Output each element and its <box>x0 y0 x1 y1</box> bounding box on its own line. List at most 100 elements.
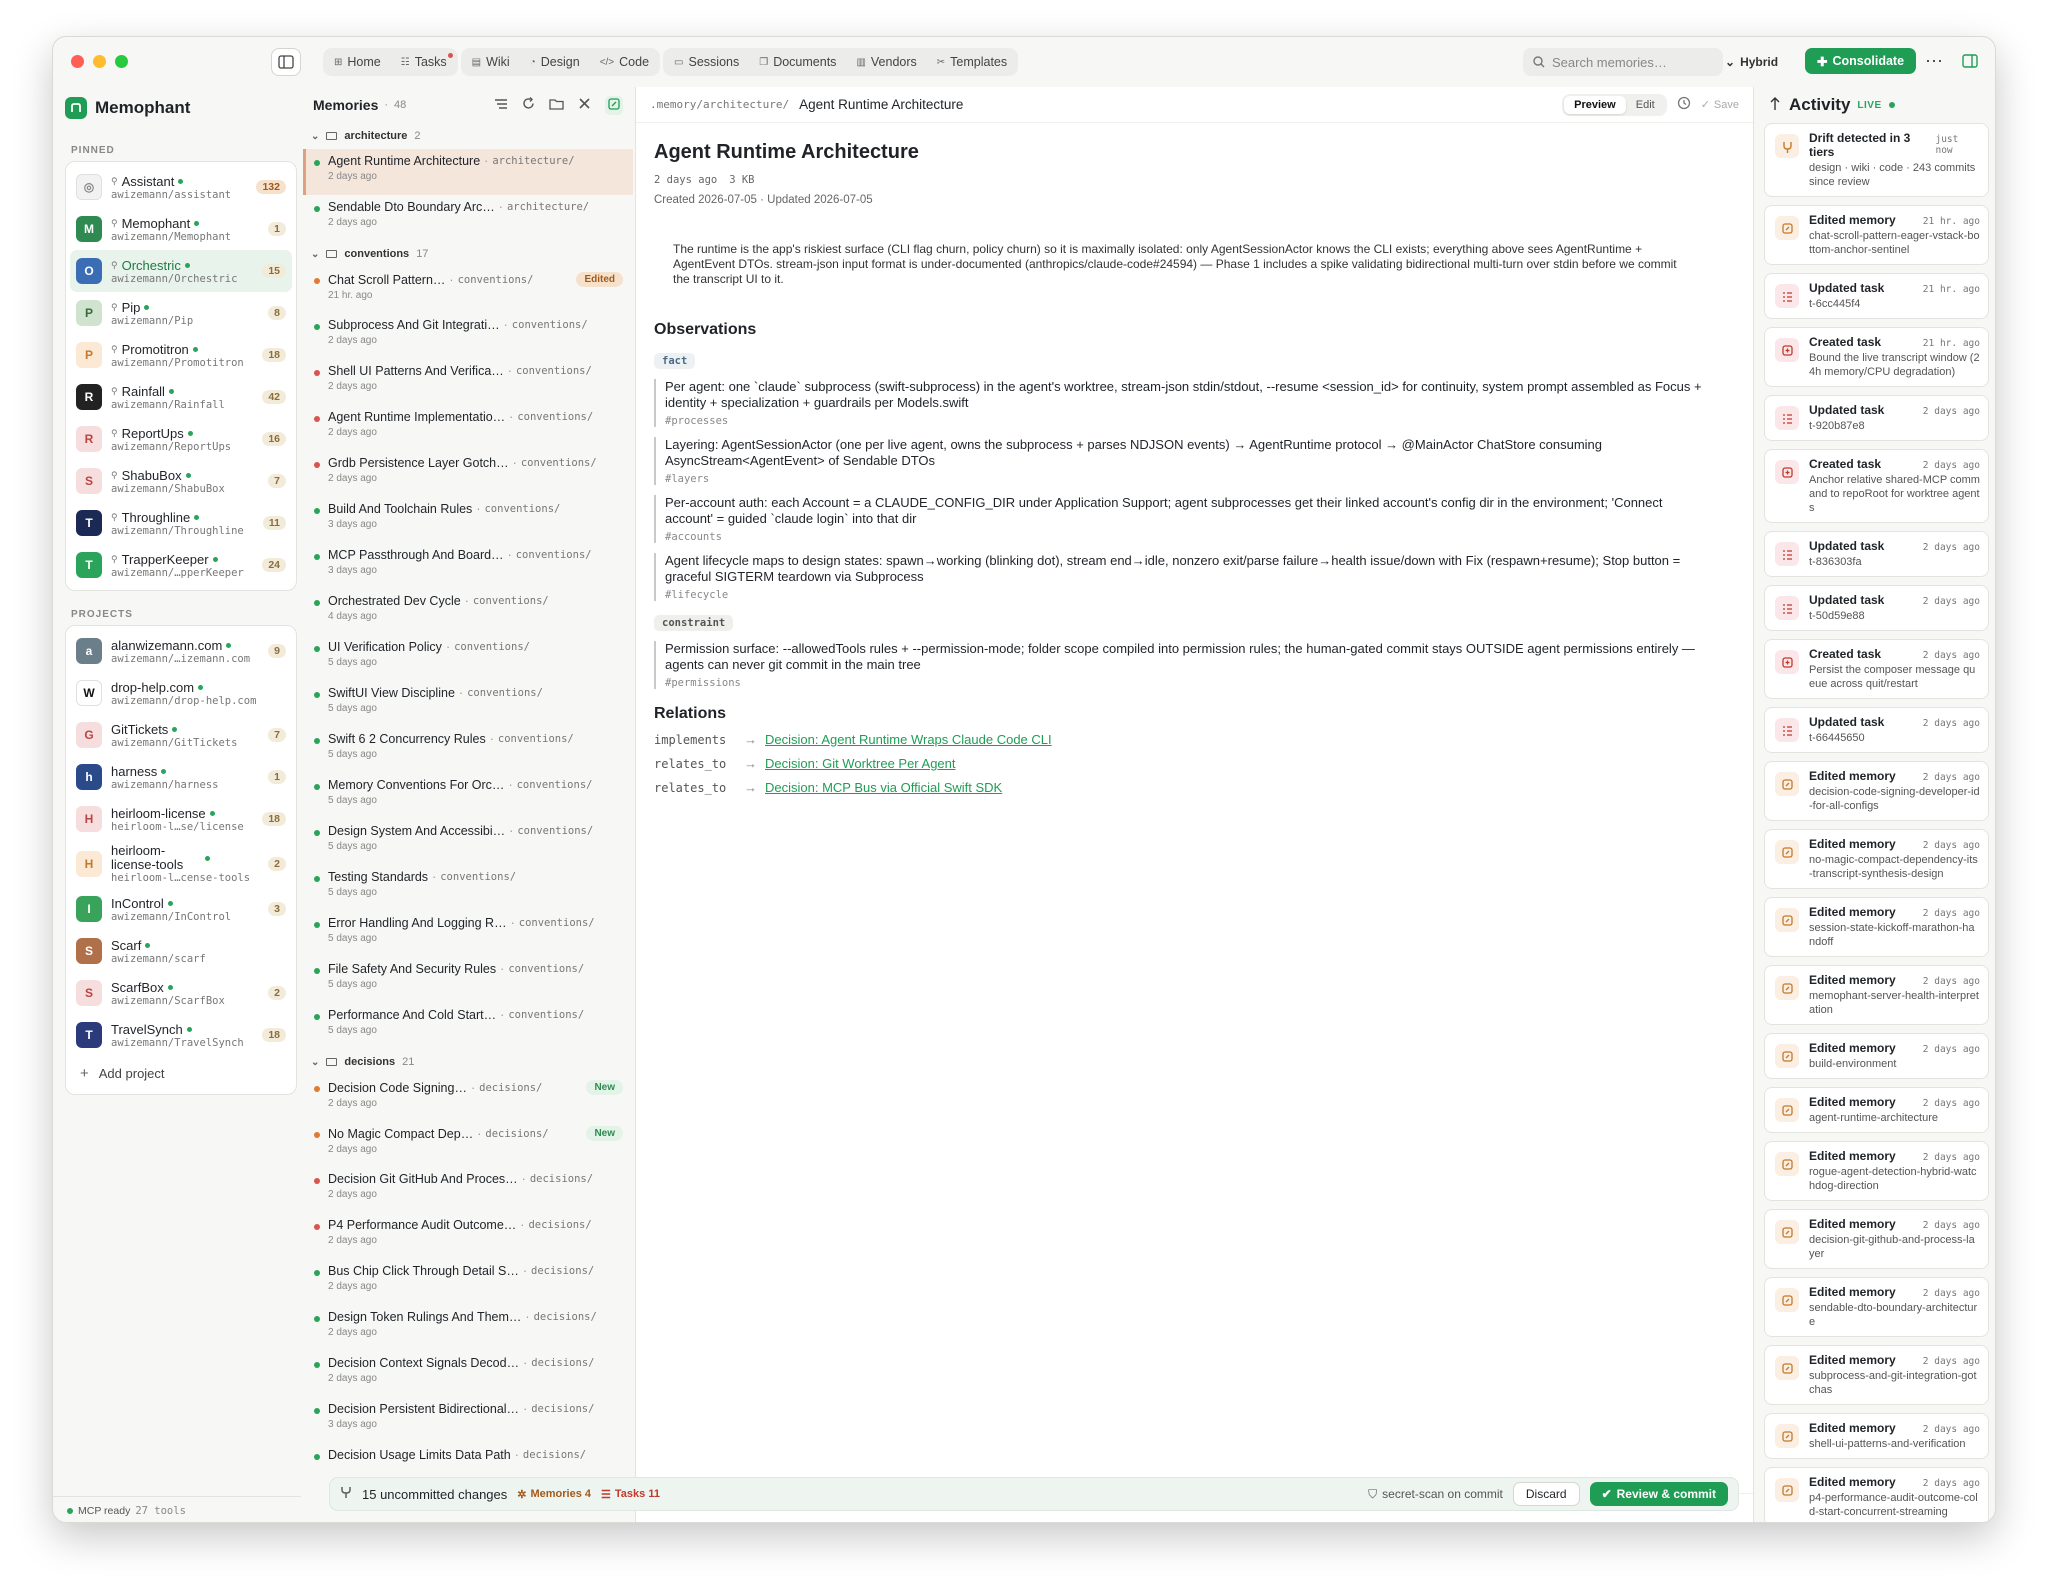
sidebar-toggle-button[interactable] <box>271 48 301 76</box>
memory-item[interactable]: Agent Runtime Implementatio… · conventions… <box>303 405 633 451</box>
project-item[interactable]: T ⚲ Throughline awizemann/Throughline 11 <box>70 502 292 544</box>
activity-item[interactable]: Edited memory 2 days ago agent-runtime-arc… <box>1764 1087 1989 1133</box>
refresh-icon[interactable] <box>522 97 535 113</box>
memory-item[interactable]: Sendable Dto Boundary Arc… · architecture/… <box>303 195 633 241</box>
minimize-window-button[interactable] <box>93 55 106 68</box>
review-commit-button[interactable]: ✔ Review & commit <box>1589 1482 1728 1506</box>
observation-tag[interactable]: #accounts <box>665 531 1735 543</box>
tools-icon[interactable] <box>578 97 591 113</box>
search-field[interactable]: Search memories… <box>1523 48 1723 76</box>
memory-item[interactable]: Design System And Accessibi… · conventions… <box>303 819 633 865</box>
discard-button[interactable]: Discard <box>1512 1482 1580 1506</box>
memories-changes-badge[interactable]: ✲ Memories 4 <box>517 1488 591 1501</box>
activity-item[interactable]: Updated task 2 days ago t-920b87e8 <box>1764 395 1989 441</box>
memory-group-header[interactable]: ⌄ conventions 17 <box>303 241 633 267</box>
activity-item[interactable]: Created task 21 hr. ago Bound the live tra… <box>1764 327 1989 387</box>
observation-tag[interactable]: #lifecycle <box>665 589 1735 601</box>
compose-icon[interactable] <box>605 95 623 115</box>
memory-item[interactable]: Decision Code Signing… · decisions/New 2 da… <box>303 1075 633 1121</box>
folder-icon[interactable] <box>549 98 564 113</box>
search-mode-select[interactable]: ⌄ Hybrid <box>1725 48 1778 76</box>
memory-item[interactable]: File Safety And Security Rules · conventio… <box>303 957 633 1003</box>
activity-item[interactable]: Edited memory 2 days ago decision-git-gith… <box>1764 1209 1989 1269</box>
zoom-window-button[interactable] <box>115 55 128 68</box>
activity-item[interactable]: Edited memory 2 days ago p4-performance-au… <box>1764 1467 1989 1522</box>
project-item[interactable]: ◎ ⚲ Assistant awizemann/assistant 132 <box>70 166 292 208</box>
edit-tab[interactable]: Edit <box>1626 96 1665 114</box>
tab-tasks[interactable]: ☷ Tasks <box>392 50 456 74</box>
project-item[interactable]: P ⚲ Promotitron awizemann/Promotitron 18 <box>70 334 292 376</box>
memory-item[interactable]: Agent Runtime Architecture · architecture/… <box>303 149 633 195</box>
activity-item[interactable]: Edited memory 2 days ago decision-code-sig… <box>1764 761 1989 821</box>
relation-link[interactable]: Decision: Git Worktree Per Agent <box>765 756 956 771</box>
activity-item[interactable]: Created task 2 days ago Persist the compos… <box>1764 639 1989 699</box>
project-item[interactable]: M ⚲ Memophant awizemann/Memophant 1 <box>70 208 292 250</box>
project-item[interactable]: G GitTickets awizemann/GitTickets 7 <box>70 714 292 756</box>
memory-item[interactable]: Chat Scroll Pattern… · conventions/Edited 2… <box>303 267 633 313</box>
memory-item[interactable]: SwiftUI View Discipline · conventions/5 da… <box>303 681 633 727</box>
activity-item[interactable]: Edited memory 2 days ago rogue-agent-detec… <box>1764 1141 1989 1201</box>
tab-code[interactable]: </> Code <box>591 50 658 74</box>
preview-tab[interactable]: Preview <box>1564 95 1626 114</box>
activity-item[interactable]: Edited memory 2 days ago build-environment <box>1764 1033 1989 1079</box>
project-item[interactable]: Hheirloom-license heirloom-l…se/license 18 <box>70 798 292 840</box>
project-item[interactable]: S ⚲ ShabuBox awizemann/ShabuBox 7 <box>70 460 292 502</box>
memory-item[interactable]: MCP Passthrough And Board… · conventions/3… <box>303 543 633 589</box>
memory-item[interactable]: Design Token Rulings And Them… · decisions… <box>303 1305 633 1351</box>
activity-panel-toggle[interactable] <box>1955 48 1985 74</box>
memory-item[interactable]: Subprocess And Git Integrati… · convention… <box>303 313 633 359</box>
tab-sessions[interactable]: ▭ Sessions <box>665 50 748 74</box>
close-window-button[interactable] <box>71 55 84 68</box>
activity-item[interactable]: Edited memory 2 days ago no-magic-compact-… <box>1764 829 1989 889</box>
memory-item[interactable]: Memory Conventions For Orc… · conventions/… <box>303 773 633 819</box>
relation-link[interactable]: Decision: Agent Runtime Wraps Claude Cod… <box>765 732 1052 747</box>
project-item[interactable]: T TravelSynch awizemann/TravelSynch 18 <box>70 1014 292 1056</box>
activity-item[interactable]: Edited memory 2 days ago shell-ui-patterns… <box>1764 1413 1989 1459</box>
tasks-changes-badge[interactable]: ☰ Tasks 11 <box>601 1488 660 1501</box>
memory-group-header[interactable]: ⌄ decisions 21 <box>303 1049 633 1075</box>
activity-item[interactable]: Updated task 2 days ago t-50d59e88 <box>1764 585 1989 631</box>
breadcrumb-path[interactable]: .memory/architecture/ <box>650 98 789 111</box>
memory-item[interactable]: Performance And Cold Start… · conventions/… <box>303 1003 633 1049</box>
activity-item[interactable]: Edited memory 2 days ago memophant-server-… <box>1764 965 1989 1025</box>
memory-item[interactable]: Build And Toolchain Rules · conventions/3 … <box>303 497 633 543</box>
tab-wiki[interactable]: ▤ Wiki <box>463 50 519 74</box>
memory-item[interactable]: Bus Chip Click Through Detail S… · decisio… <box>303 1259 633 1305</box>
activity-item[interactable]: Updated task 2 days ago t-836303fa <box>1764 531 1989 577</box>
memory-item[interactable]: Testing Standards · conventions/5 days ago <box>303 865 633 911</box>
project-item[interactable]: S Scarf awizemann/scarf <box>70 930 292 972</box>
memory-item[interactable]: P4 Performance Audit Outcome… · decisions/… <box>303 1213 633 1259</box>
project-item[interactable]: I InControl awizemann/InControl 3 <box>70 888 292 930</box>
project-item[interactable]: T ⚲ TrapperKeeper awizemann/…pperKeeper 24 <box>70 544 292 586</box>
memory-item[interactable]: Decision Context Signals Decod… · decision… <box>303 1351 633 1397</box>
tab-home[interactable]: ⊞ Home <box>325 50 390 74</box>
activity-item[interactable]: Drift detected in 3 tiers just now design … <box>1764 123 1989 197</box>
project-item[interactable]: R ⚲ Rainfall awizemann/Rainfall 42 <box>70 376 292 418</box>
memory-item[interactable]: Decision Git GitHub And Proces… · decision… <box>303 1167 633 1213</box>
project-item[interactable]: a alanwizemann.com awizemann/…izemann.com 9 <box>70 630 292 672</box>
consolidate-button[interactable]: ✚ Consolidate <box>1805 48 1917 74</box>
tab-documents[interactable]: ❐ Documents <box>750 50 845 74</box>
activity-item[interactable]: Updated task 2 days ago t-66445650 <box>1764 707 1989 753</box>
project-item[interactable]: P ⚲ Pip awizemann/Pip 8 <box>70 292 292 334</box>
project-item[interactable]: Wdrop-help.com awizemann/drop-help.com <box>70 672 292 714</box>
activity-item[interactable]: Edited memory 21 hr. ago chat-scroll-patte… <box>1764 205 1989 265</box>
project-item[interactable]: R ⚲ ReportUps awizemann/ReportUps 16 <box>70 418 292 460</box>
activity-item[interactable]: Created task 2 days ago Anchor relative sh… <box>1764 449 1989 523</box>
activity-item[interactable]: Edited memory 2 days ago session-state-kic… <box>1764 897 1989 957</box>
memory-item[interactable]: Grdb Persistence Layer Gotch… · convention… <box>303 451 633 497</box>
memory-item[interactable]: Error Handling And Logging R… · convention… <box>303 911 633 957</box>
observation-tag[interactable]: #layers <box>665 473 1735 485</box>
tab-vendors[interactable]: ▥ Vendors <box>847 50 925 74</box>
activity-item[interactable]: Edited memory 2 days ago sendable-dto-boun… <box>1764 1277 1989 1337</box>
tab-design[interactable]: ◔ Design <box>521 50 589 74</box>
observation-tag[interactable]: #processes <box>665 415 1735 427</box>
activity-item[interactable]: Updated task 21 hr. ago t-6cc445f4 <box>1764 273 1989 319</box>
tab-templates[interactable]: ✂ Templates <box>928 50 1016 74</box>
add-project-button[interactable]: + Add project <box>70 1056 292 1090</box>
project-item[interactable]: Hheirloom-license-tools heirloom-l…cense-… <box>70 840 292 888</box>
memory-item[interactable]: UI Verification Policy · conventions/5 day… <box>303 635 633 681</box>
project-item[interactable]: O ⚲ Orchestric awizemann/Orchestric 15 <box>70 250 292 292</box>
sort-icon[interactable] <box>494 98 508 113</box>
memory-item[interactable]: No Magic Compact Dep… · decisions/New 2 day… <box>303 1121 633 1167</box>
